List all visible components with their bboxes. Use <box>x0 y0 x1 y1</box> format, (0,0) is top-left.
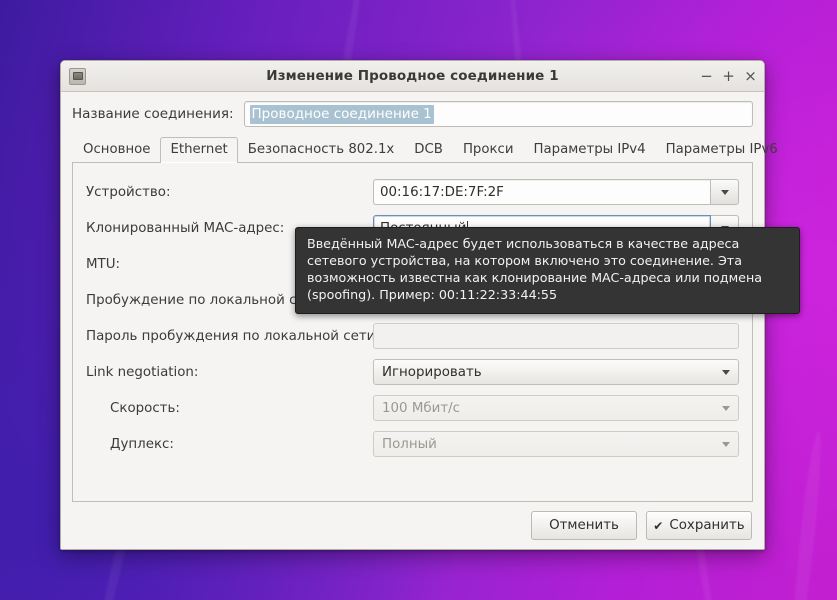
speed-combo: 100 Мбит/с <box>373 395 739 421</box>
chevron-down-icon <box>722 370 730 375</box>
connection-name-input[interactable]: Проводное соединение 1 <box>244 101 753 127</box>
window-controls: − + × <box>700 69 757 84</box>
tab-security-8021x[interactable]: Безопасность 802.1x <box>238 137 405 163</box>
network-device-icon <box>69 68 86 85</box>
wallpaper-streak <box>789 430 826 600</box>
link-negotiation-combo[interactable]: Игнорировать <box>373 359 739 385</box>
cancel-button[interactable]: Отменить <box>531 511 637 540</box>
device-input[interactable]: 00:16:17:DE:7F:2F <box>373 179 711 205</box>
network-device-icon-screen <box>73 72 83 80</box>
chevron-down-icon <box>722 406 730 411</box>
duplex-label: Дуплекс: <box>86 437 373 452</box>
tab-dcb[interactable]: DCB <box>404 137 453 163</box>
connection-name-value: Проводное соединение 1 <box>250 105 434 124</box>
connection-name-row: Название соединения: Проводное соединени… <box>72 101 753 127</box>
speed-label: Скорость: <box>86 401 373 416</box>
wake-on-lan-password-input[interactable] <box>373 323 739 349</box>
link-negotiation-row: Link negotiation: Игнорировать <box>86 359 739 385</box>
device-label: Устройство: <box>86 185 373 200</box>
check-icon: ✔ <box>653 520 663 532</box>
minimize-icon[interactable]: − <box>700 69 713 84</box>
chevron-down-icon <box>722 442 730 447</box>
device-dropdown-button[interactable] <box>711 179 739 205</box>
window-title: Изменение Проводное соединение 1 <box>61 68 764 84</box>
speed-value: 100 Мбит/с <box>382 401 722 416</box>
tab-bar: Основное Ethernet Безопасность 802.1x DC… <box>72 136 753 163</box>
desktop-wallpaper: Изменение Проводное соединение 1 − + × Н… <box>0 0 837 600</box>
device-combo[interactable]: 00:16:17:DE:7F:2F <box>373 179 739 205</box>
duplex-combo: Полный <box>373 431 739 457</box>
wake-on-lan-password-label: Пароль пробуждения по локальной сети: <box>86 329 373 344</box>
ethernet-tab-panel: Устройство: 00:16:17:DE:7F:2F Клонирован… <box>72 163 753 502</box>
tab-general[interactable]: Основное <box>73 137 160 163</box>
dialog-footer: Отменить ✔ Сохранить <box>61 502 764 549</box>
tab-ethernet[interactable]: Ethernet <box>160 137 237 163</box>
duplex-row: Дуплекс: Полный <box>86 431 739 457</box>
connection-name-label: Название соединения: <box>72 106 234 122</box>
speed-row: Скорость: 100 Мбит/с <box>86 395 739 421</box>
window-titlebar: Изменение Проводное соединение 1 − + × <box>61 61 764 92</box>
save-button[interactable]: ✔ Сохранить <box>646 511 752 540</box>
cloned-mac-tooltip: Введённый MAC-адрес будет использоваться… <box>295 227 800 314</box>
link-negotiation-value: Игнорировать <box>382 365 722 380</box>
wake-on-lan-password-row: Пароль пробуждения по локальной сети: <box>86 323 739 349</box>
chevron-down-icon <box>721 190 729 195</box>
save-button-label: Сохранить <box>669 518 744 533</box>
tab-ipv6-settings[interactable]: Параметры IPv6 <box>656 137 788 163</box>
maximize-icon[interactable]: + <box>722 69 735 84</box>
close-icon[interactable]: × <box>744 69 757 84</box>
device-row: Устройство: 00:16:17:DE:7F:2F <box>86 179 739 205</box>
tab-ipv4-settings[interactable]: Параметры IPv4 <box>524 137 656 163</box>
tab-proxy[interactable]: Прокси <box>453 137 524 163</box>
duplex-value: Полный <box>382 437 722 452</box>
link-negotiation-label: Link negotiation: <box>86 365 373 380</box>
